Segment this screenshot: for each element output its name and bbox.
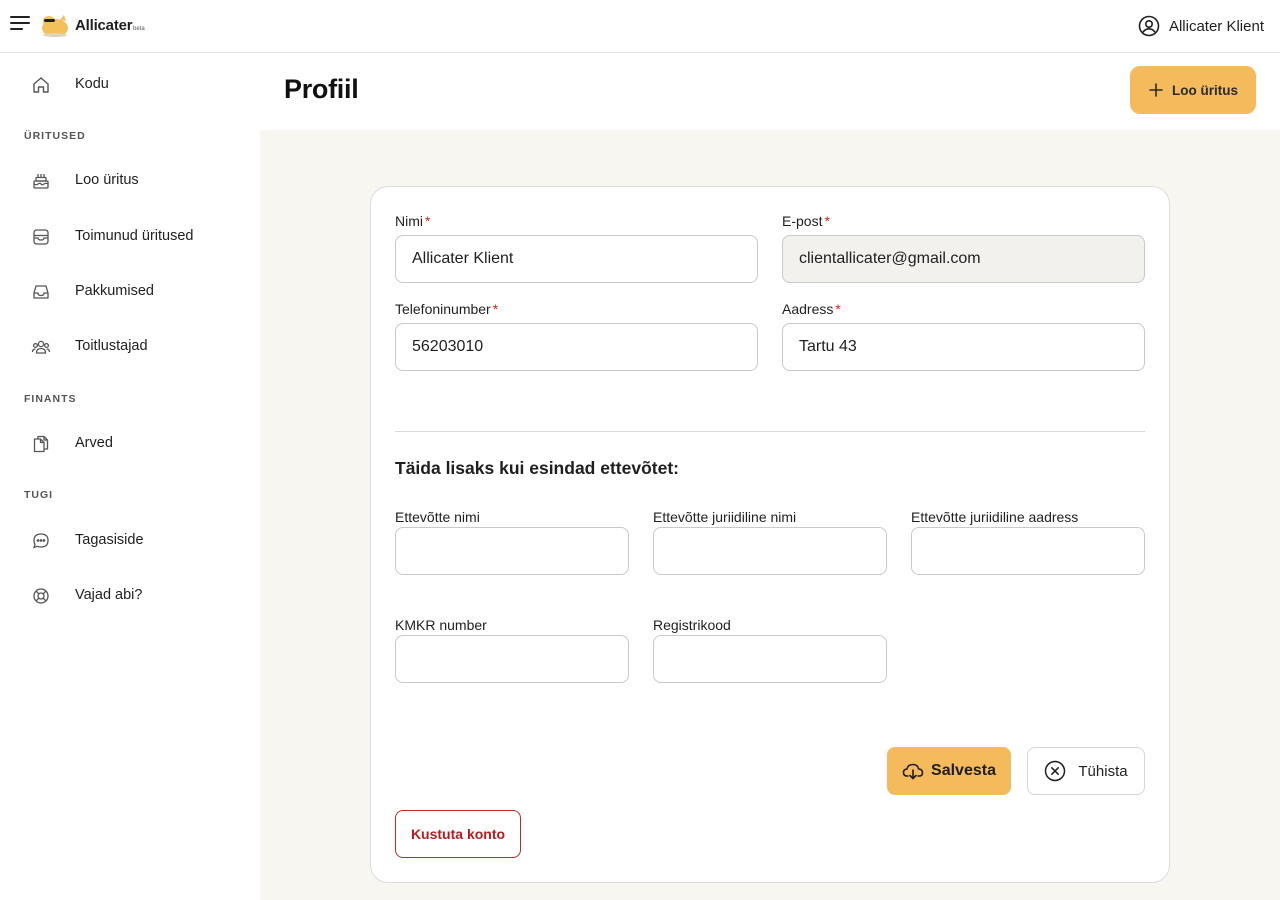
users-icon [31, 340, 51, 354]
sidebar-item-invoices[interactable]: Arved [0, 423, 260, 463]
sidebar-item-label: Vajad abi? [75, 587, 143, 603]
cloud-download-icon [902, 763, 924, 780]
user-menu[interactable]: Allicater Klient [1138, 15, 1264, 37]
sidebar-item-home[interactable]: Kodu [0, 64, 260, 104]
vat-number-label: KMKR number [395, 617, 487, 633]
address-input[interactable] [782, 323, 1145, 371]
phone-label-text: Telefoninumber [395, 301, 491, 317]
user-icon [1138, 15, 1160, 37]
required-mark: * [425, 213, 431, 229]
lifebuoy-icon [33, 588, 49, 604]
phone-label: Telefoninumber * [395, 301, 498, 317]
cancel-button[interactable]: Tühista [1027, 747, 1145, 795]
create-event-label: Loo üritus [1172, 82, 1238, 98]
logo-icon [42, 15, 68, 37]
documents-icon [33, 435, 49, 453]
archive-icon [33, 229, 49, 245]
company-legal-name-label: Ettevõtte juriidiline nimi [653, 509, 797, 525]
address-label-text: Aadress [782, 301, 834, 317]
address-label: Aadress * [782, 301, 841, 317]
company-section-title: Täida lisaks kui esindad ettevõtet: [395, 458, 679, 478]
sidebar-item-create-event[interactable]: Loo üritus [0, 160, 260, 200]
company-legal-address-label: Ettevõtte juriidiline aadress [911, 509, 1079, 525]
company-name-label: Ettevõtte nimi [395, 509, 480, 525]
delete-account-button[interactable]: Kustuta konto [395, 810, 521, 858]
name-label-text: Nimi [395, 213, 423, 229]
email-label-text: E-post [782, 213, 823, 229]
top-bar: Allicater beta Allicater Klient [0, 0, 1280, 53]
email-input [782, 235, 1145, 283]
company-legal-address-input[interactable] [911, 527, 1145, 575]
section-divider [395, 431, 1145, 432]
brand-name: Allicater [75, 17, 133, 34]
sidebar-item-label: Toitlustajad [75, 338, 148, 354]
company-name-input[interactable] [395, 527, 629, 575]
required-mark: * [492, 301, 499, 317]
page-title: Profiil [284, 74, 359, 104]
brand-beta-tag: beta [133, 26, 145, 32]
sidebar-item-label: Tagasiside [75, 532, 144, 548]
user-name: Allicater Klient [1168, 17, 1264, 35]
sidebar: Kodu ÜRITUSED Loo üritus Toimunud üritus… [0, 53, 260, 900]
plus-icon [1149, 83, 1163, 97]
required-mark: * [835, 301, 841, 317]
sidebar-item-label: Kodu [75, 76, 109, 92]
cancel-label: Tühista [1078, 762, 1128, 780]
create-event-button[interactable]: Loo üritus [1130, 66, 1256, 114]
sidebar-section-events: ÜRITUSED [24, 130, 86, 142]
registry-code-label: Registrikood [653, 617, 731, 633]
registry-code-input[interactable] [653, 635, 887, 683]
email-label: E-post * [782, 213, 830, 229]
menu-icon[interactable] [10, 16, 30, 32]
sidebar-item-feedback[interactable]: Tagasiside [0, 520, 260, 560]
sidebar-item-past-events[interactable]: Toimunud üritused [0, 216, 260, 256]
save-label: Salvesta [931, 762, 996, 779]
sidebar-item-label: Pakkumised [75, 283, 154, 299]
name-label: Nimi * [395, 213, 430, 229]
close-circle-icon [1045, 760, 1066, 782]
cake-icon [33, 174, 49, 189]
sidebar-item-caterers[interactable]: Toitlustajad [0, 326, 260, 366]
sidebar-section-finance: FINANTS [24, 393, 77, 405]
delete-account-label: Kustuta konto [410, 826, 506, 842]
phone-input[interactable] [395, 323, 758, 371]
sidebar-item-help[interactable]: Vajad abi? [0, 575, 260, 615]
sidebar-item-label: Loo üritus [75, 172, 139, 188]
vat-number-input[interactable] [395, 635, 629, 683]
inbox-icon [33, 285, 49, 299]
sidebar-section-support: TUGI [24, 489, 54, 501]
company-legal-name-input[interactable] [653, 527, 887, 575]
sidebar-item-label: Arved [75, 435, 113, 451]
save-button[interactable]: Salvesta [887, 747, 1011, 795]
required-mark: * [824, 213, 830, 229]
chat-icon [32, 533, 49, 549]
sidebar-item-offers[interactable]: Pakkumised [0, 271, 260, 311]
home-icon [33, 77, 49, 93]
sidebar-item-label: Toimunud üritused [75, 228, 194, 244]
name-input[interactable] [395, 235, 758, 283]
